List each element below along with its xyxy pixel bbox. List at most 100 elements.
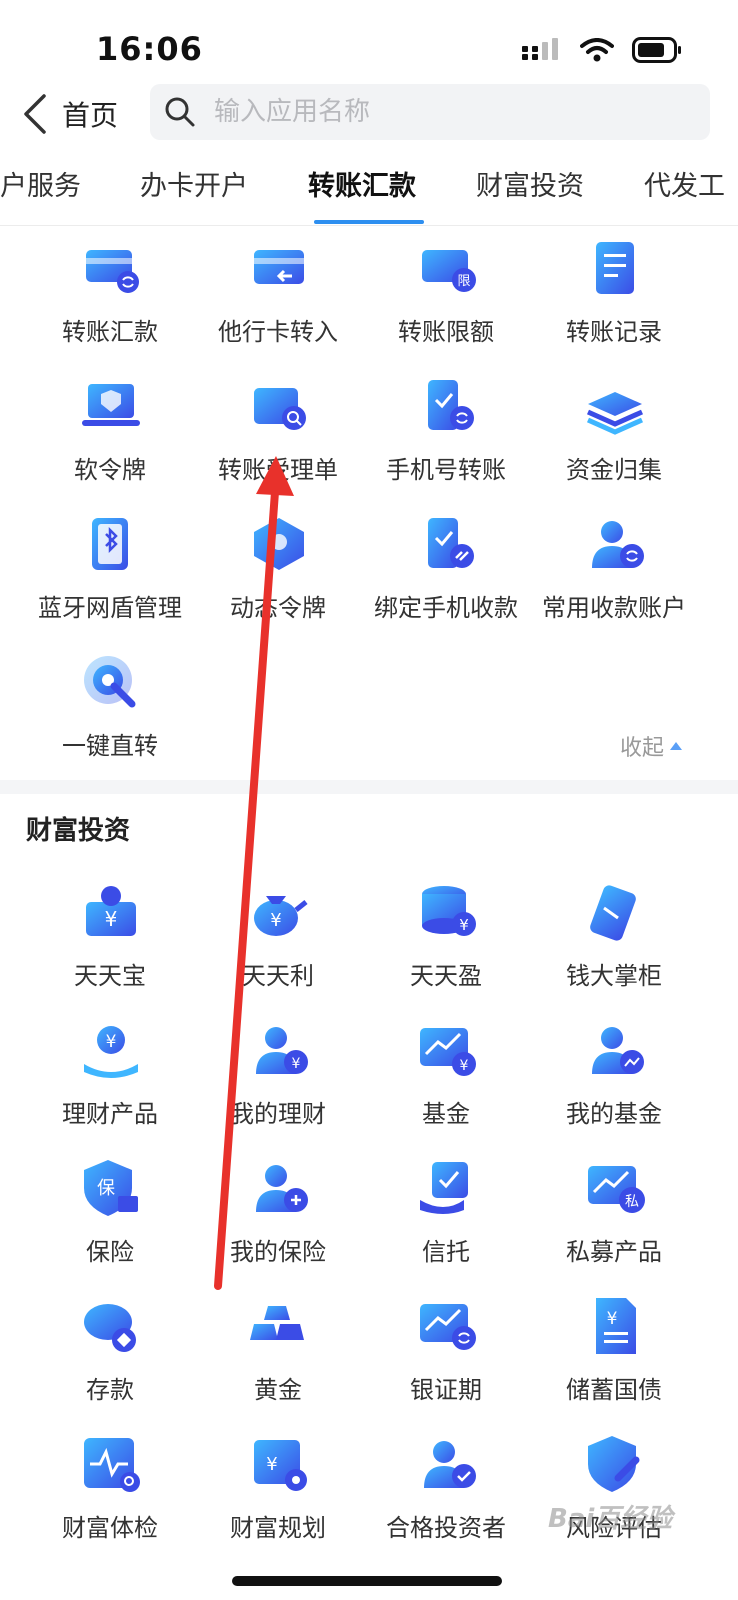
svg-text:¥: ¥ bbox=[460, 1058, 469, 1074]
grid-item-label: 转账汇款 bbox=[62, 318, 158, 346]
grid-item-label: 常用收款账户 bbox=[542, 594, 686, 622]
grid-item[interactable]: 钱大掌柜 bbox=[522, 880, 706, 1010]
user-trend-icon bbox=[582, 1018, 648, 1084]
grid-item[interactable]: ¥ 天天盈 bbox=[354, 880, 538, 1010]
tab-transfer[interactable]: 转账汇款 bbox=[308, 164, 416, 203]
svg-text:¥: ¥ bbox=[292, 1056, 301, 1072]
phone-transfer-icon bbox=[414, 374, 480, 440]
grid-item[interactable]: 黄金 bbox=[186, 1294, 370, 1424]
grid-item-label: 我的保险 bbox=[230, 1238, 326, 1266]
grid-item-label: 财富规划 bbox=[230, 1514, 326, 1542]
grid-item[interactable]: 软令牌 bbox=[18, 374, 202, 504]
tap-target-icon bbox=[78, 650, 144, 716]
chart-sync-icon bbox=[414, 1294, 480, 1360]
grid-item-label: 绑定手机收款 bbox=[374, 594, 518, 622]
svg-text:¥: ¥ bbox=[105, 907, 118, 931]
home-indicator[interactable] bbox=[232, 1576, 502, 1586]
grid-item[interactable]: 信托 bbox=[354, 1156, 538, 1286]
grid-item[interactable]: 一键直转 bbox=[18, 650, 202, 780]
grid-item[interactable]: 绑定手机收款 bbox=[354, 512, 538, 642]
grid-item-label: 钱大掌柜 bbox=[566, 962, 662, 990]
grid-item[interactable]: 财富体检 bbox=[18, 1432, 202, 1562]
coin-stack-icon: ¥ bbox=[414, 880, 480, 946]
collapse-button[interactable]: 收起 bbox=[620, 730, 683, 762]
shield-laptop-icon bbox=[78, 374, 144, 440]
tab-wealth[interactable]: 财富投资 bbox=[476, 164, 584, 203]
grid-item[interactable]: 动态令牌 bbox=[186, 512, 370, 642]
svg-text:私: 私 bbox=[625, 1194, 639, 1210]
grid-item[interactable]: ¥ 我的理财 bbox=[186, 1018, 370, 1148]
chevron-left-icon bbox=[24, 94, 46, 134]
grid-item[interactable]: ¥ 储蓄国债 bbox=[522, 1294, 706, 1424]
status-icons bbox=[522, 36, 682, 64]
shield-pen-icon bbox=[582, 1432, 648, 1498]
grid-item[interactable]: 我的保险 bbox=[186, 1156, 370, 1286]
yuan-box-icon: ¥ bbox=[78, 880, 144, 946]
status-time: 16:06 bbox=[96, 30, 203, 68]
trend-coin-icon: ¥ bbox=[414, 1018, 480, 1084]
grid-item[interactable]: 蓝牙网盾管理 bbox=[18, 512, 202, 642]
grid-item[interactable]: 转账记录 bbox=[522, 236, 706, 366]
record-list-icon bbox=[582, 236, 648, 302]
triangle-up-icon bbox=[670, 742, 683, 750]
piggy-bank-icon bbox=[78, 1294, 144, 1360]
grid-item-label: 手机号转账 bbox=[386, 456, 506, 484]
grid-item-label: 理财产品 bbox=[62, 1100, 158, 1128]
user-shield-icon bbox=[246, 1156, 312, 1222]
grid-item[interactable]: 限转账限额 bbox=[354, 236, 538, 366]
grid-item[interactable]: 转账受理单 bbox=[186, 374, 370, 504]
search-box[interactable] bbox=[150, 84, 710, 140]
grid-item[interactable]: 合格投资者 bbox=[354, 1432, 538, 1562]
grid-item-label: 财富体检 bbox=[62, 1514, 158, 1542]
category-tabs: 户服务 办卡开户 转账汇款 财富投资 代发工 bbox=[0, 150, 738, 226]
grid-item-label: 软令牌 bbox=[74, 456, 146, 484]
health-scan-icon bbox=[78, 1432, 144, 1498]
grid-item-label: 天天利 bbox=[242, 962, 314, 990]
grid-item[interactable]: 转账汇款 bbox=[18, 236, 202, 366]
grid-item-label: 转账限额 bbox=[398, 318, 494, 346]
grid-item[interactable]: ¥ 理财产品 bbox=[18, 1018, 202, 1148]
grid-item[interactable]: 我的基金 bbox=[522, 1018, 706, 1148]
grid-item[interactable]: 银证期 bbox=[354, 1294, 538, 1424]
tab-account-services[interactable]: 户服务 bbox=[0, 164, 81, 203]
back-label: 首页 bbox=[62, 99, 119, 132]
search-input[interactable] bbox=[214, 97, 654, 127]
grid-item[interactable]: 存款 bbox=[18, 1294, 202, 1424]
signal-icon bbox=[522, 38, 558, 60]
grid-item-label: 转账记录 bbox=[566, 318, 662, 346]
svg-text:¥: ¥ bbox=[607, 1309, 618, 1329]
svg-text:保: 保 bbox=[97, 1178, 115, 1199]
svg-text:¥: ¥ bbox=[106, 1032, 117, 1052]
collapse-label: 收起 bbox=[620, 736, 665, 761]
tab-card-opening[interactable]: 办卡开户 bbox=[140, 164, 248, 203]
grid-item-label: 银证期 bbox=[410, 1376, 482, 1404]
top-bar: 首页 bbox=[0, 82, 738, 146]
grid-item[interactable]: ¥ 天天利 bbox=[186, 880, 370, 1010]
dynamic-token-icon bbox=[246, 512, 312, 578]
svg-text:¥: ¥ bbox=[270, 910, 281, 931]
grid-item-label: 存款 bbox=[86, 1376, 134, 1404]
card-limit-icon: 限 bbox=[414, 236, 480, 302]
grid-item[interactable]: 私私募产品 bbox=[522, 1156, 706, 1286]
section-title-wealth: 财富投资 bbox=[26, 816, 131, 846]
planning-gear-icon: ¥ bbox=[246, 1432, 312, 1498]
grid-item[interactable]: ¥ 基金 bbox=[354, 1018, 538, 1148]
grid-item[interactable]: ¥ 天天宝 bbox=[18, 880, 202, 1010]
tab-payroll[interactable]: 代发工 bbox=[644, 164, 725, 203]
back-button[interactable]: 首页 bbox=[22, 90, 118, 138]
money-stack-icon bbox=[582, 374, 648, 440]
grid-item[interactable]: 保保险 bbox=[18, 1156, 202, 1286]
grid-item-label: 他行卡转入 bbox=[218, 318, 338, 346]
grid-item[interactable]: 常用收款账户 bbox=[522, 512, 706, 642]
grid-item[interactable]: 手机号转账 bbox=[354, 374, 538, 504]
grid-item[interactable]: 风险评估 bbox=[522, 1432, 706, 1562]
grid-item[interactable]: 他行卡转入 bbox=[186, 236, 370, 366]
active-tab-indicator bbox=[314, 220, 424, 224]
wifi-icon bbox=[580, 38, 614, 62]
grid-item[interactable]: ¥ 财富规划 bbox=[186, 1432, 370, 1562]
gold-bar-icon bbox=[246, 1294, 312, 1360]
hand-coin-icon: ¥ bbox=[78, 1018, 144, 1084]
grid-item-label: 蓝牙网盾管理 bbox=[38, 594, 182, 622]
user-sync-icon bbox=[582, 512, 648, 578]
grid-item[interactable]: 资金归集 bbox=[522, 374, 706, 504]
